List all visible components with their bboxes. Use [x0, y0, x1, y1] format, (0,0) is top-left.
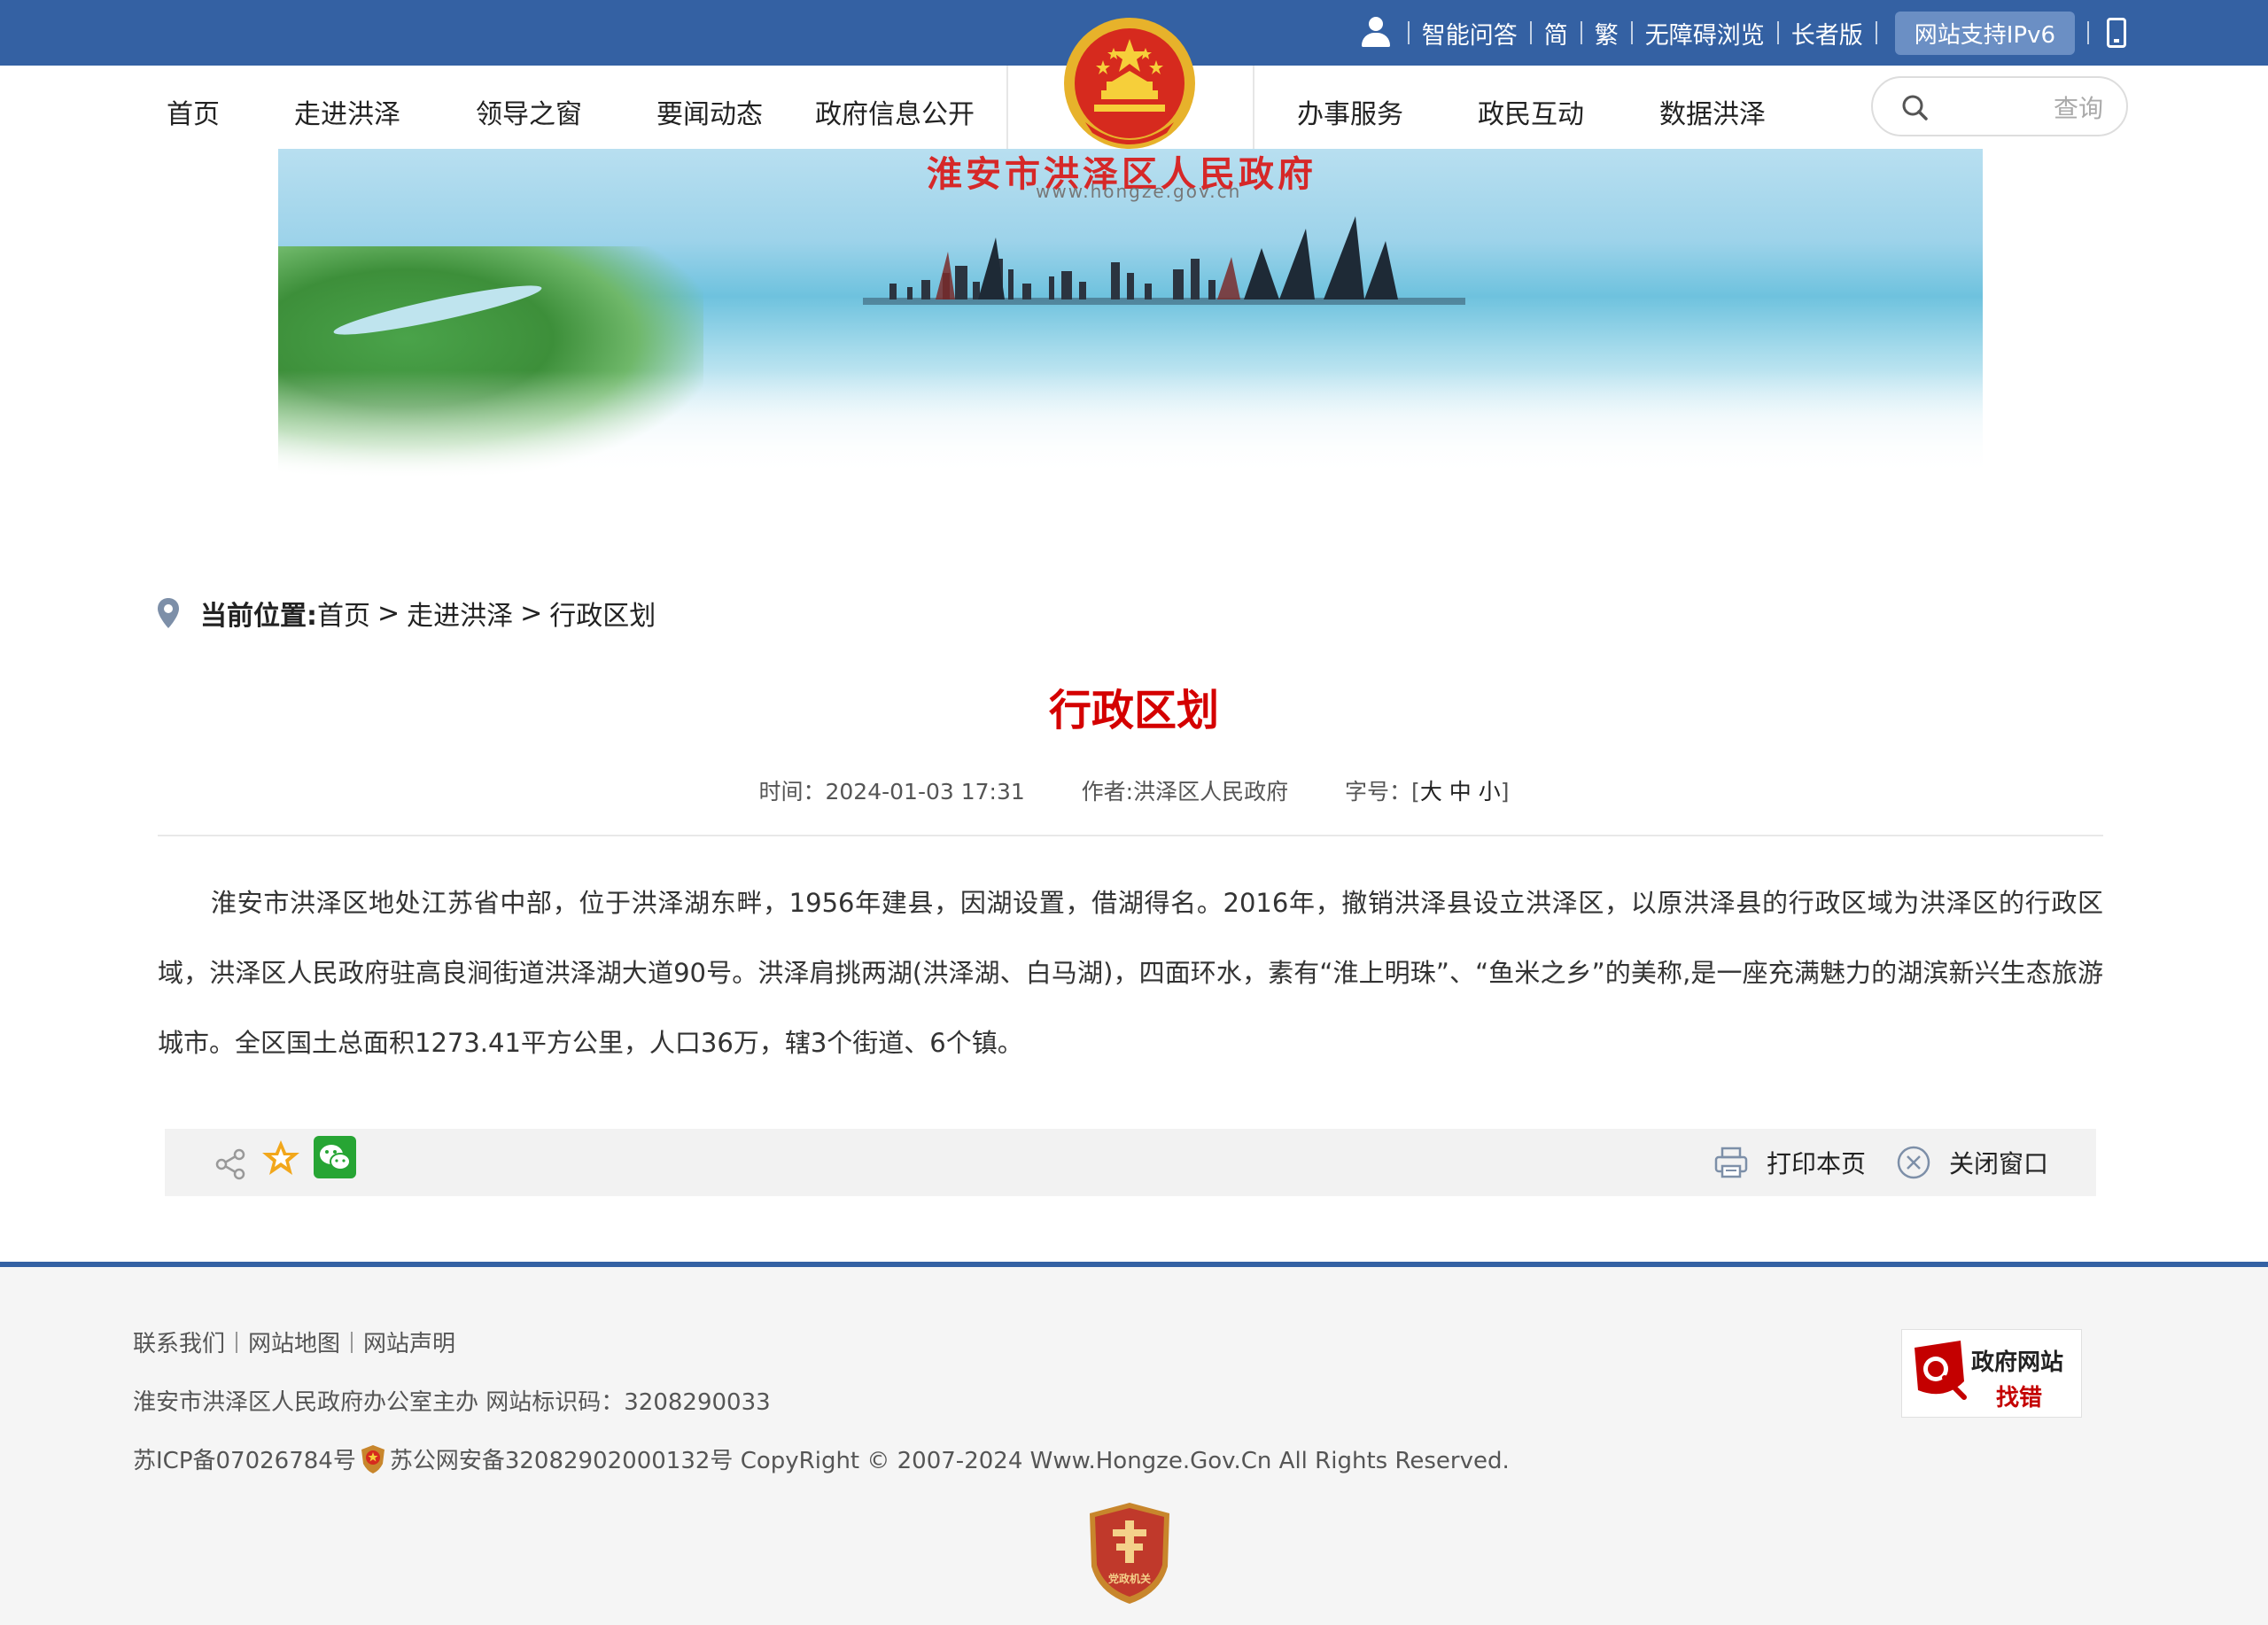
- article-title: 行政区划: [1048, 686, 1219, 735]
- publish-time: 2024-01-03 17:31: [825, 779, 1025, 805]
- font-size-bracket: ]: [1500, 779, 1510, 805]
- mobile-icon[interactable]: [2107, 18, 2126, 48]
- find-error-badge[interactable]: 政府网站 找错: [1901, 1329, 2082, 1418]
- nav-about[interactable]: 走进洪泽: [294, 92, 400, 131]
- share-icon[interactable]: [214, 1148, 246, 1180]
- elderly-version-link[interactable]: 长者版: [1791, 16, 1863, 51]
- author: 洪泽区人民政府: [1133, 779, 1289, 805]
- footer-host: 淮安市洪泽区人民政府办公室主办 网站标识码：3208290033: [133, 1389, 771, 1416]
- footer-link-statement[interactable]: 网站声明: [363, 1326, 455, 1358]
- font-size-small[interactable]: 小: [1479, 779, 1501, 805]
- nav-home[interactable]: 首页: [167, 92, 220, 131]
- nav-interaction[interactable]: 政民互动: [1478, 92, 1584, 131]
- icp-link[interactable]: 苏ICP备07026784号: [133, 1442, 356, 1475]
- footer-copyright: 苏ICP备07026784号 苏公网安备32082902000132号 Copy…: [133, 1442, 1510, 1475]
- accessibility-link[interactable]: 无障碍浏览: [1645, 16, 1765, 51]
- close-icon: [1897, 1146, 1930, 1179]
- print-button[interactable]: 打印本页: [1713, 1145, 1866, 1180]
- simplified-link[interactable]: 简: [1544, 16, 1568, 51]
- article-meta: 时间：2024-01-03 17:31 作者:洪泽区人民政府 字号：[大 中 小…: [0, 774, 2268, 806]
- breadcrumb-current[interactable]: 行政区划: [549, 594, 656, 633]
- favorite-star-icon[interactable]: [260, 1138, 301, 1178]
- footer: 联系我们 网站地图 网站声明 淮安市洪泽区人民政府办公室主办 网站标识码：320…: [0, 1267, 2268, 1625]
- footer-link-sitemap[interactable]: 网站地图: [248, 1326, 340, 1358]
- breadcrumb-home[interactable]: 首页: [317, 594, 370, 633]
- nav-leaders[interactable]: 领导之窗: [476, 92, 582, 131]
- magnifier-icon: [1915, 1341, 1967, 1400]
- font-size-bracket: [: [1411, 779, 1420, 805]
- font-size-medium[interactable]: 中: [1449, 779, 1472, 805]
- divider: [158, 835, 2103, 836]
- font-size-large[interactable]: 大: [1420, 779, 1442, 805]
- breadcrumb-separator: >: [377, 597, 400, 629]
- time-label: 时间：: [758, 779, 826, 805]
- article-content: 淮安市洪泽区地处江苏省中部，位于洪泽湖东畔，1956年建县，因湖设置，借湖得名。…: [158, 888, 2103, 1058]
- font-size-label: 字号：: [1345, 779, 1412, 805]
- search-box: [1871, 76, 2128, 136]
- close-label: 关闭窗口: [1949, 1149, 2049, 1178]
- print-label: 打印本页: [1767, 1149, 1867, 1178]
- find-error-text-2: 找错: [1996, 1385, 2043, 1411]
- author-label: 作者:: [1081, 779, 1134, 805]
- police-record-link[interactable]: 苏公网安备32082902000132号 CopyRight © 2007-20…: [390, 1442, 1510, 1475]
- smart-qa-link[interactable]: 智能问答: [1422, 16, 1518, 51]
- breadcrumb: 当前位置: 首页 > 走进洪泽 > 行政区划: [158, 594, 656, 633]
- breadcrumb-section[interactable]: 走进洪泽: [407, 594, 513, 633]
- wechat-icon[interactable]: [314, 1136, 356, 1178]
- find-error-text-1: 政府网站: [1971, 1349, 2064, 1376]
- traditional-link[interactable]: 繁: [1595, 16, 1619, 51]
- national-emblem-icon[interactable]: [1059, 16, 1200, 158]
- party-government-badge-icon[interactable]: 党政机关: [1086, 1501, 1173, 1606]
- search-input[interactable]: [1944, 90, 2103, 126]
- breadcrumb-label: 当前位置:: [200, 601, 317, 632]
- action-bar: 打印本页 关闭窗口: [165, 1129, 2096, 1196]
- location-pin-icon: [158, 598, 179, 628]
- nav-services[interactable]: 办事服务: [1297, 92, 1403, 131]
- banner-mist: [278, 370, 1983, 477]
- police-badge-icon: [361, 1444, 384, 1473]
- banner-image: 淮安市洪泽区人民政府 www.hongze.gov.cn: [278, 149, 1983, 477]
- banner-url: www.hongze.gov.cn: [1036, 181, 1242, 202]
- user-icon[interactable]: [1360, 17, 1392, 49]
- footer-links: 联系我们 网站地图 网站声明: [133, 1326, 455, 1358]
- close-window-button[interactable]: 关闭窗口: [1896, 1145, 2048, 1180]
- footer-link-contact[interactable]: 联系我们: [133, 1326, 225, 1358]
- nav-gov-info[interactable]: 政府信息公开: [815, 92, 975, 131]
- ipv6-badge: 网站支持IPv6: [1894, 11, 2075, 55]
- top-links: 智能问答 简 繁 无障碍浏览 长者版 网站支持IPv6: [1360, 0, 2126, 66]
- search-icon[interactable]: [1901, 94, 1928, 121]
- printer-icon: [1714, 1147, 1748, 1178]
- nav-news[interactable]: 要闻动态: [656, 92, 763, 131]
- nav-data[interactable]: 数据洪泽: [1659, 92, 1766, 131]
- breadcrumb-separator: >: [520, 597, 543, 629]
- party-badge-text: 党政机关: [1108, 1572, 1151, 1585]
